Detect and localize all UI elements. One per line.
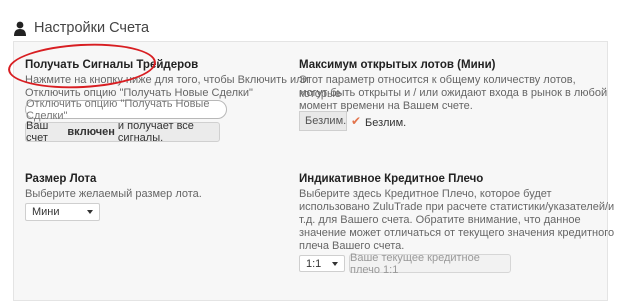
signals-title: Получать Сигналы Трейдеров [25, 59, 199, 71]
max-lots-input[interactable]: Безлим. [299, 111, 347, 131]
lot-size-select[interactable]: Мини [25, 203, 100, 221]
max-lots-title: Максимум открытых лотов (Мини) [299, 59, 496, 71]
leverage-desc-line2: использовано ZuluTrade при расчете стати… [299, 201, 615, 213]
page-header: Настройки Счета [14, 20, 149, 36]
max-lots-desc-line2: могут быть открыты и / или ожидают входа… [299, 87, 608, 99]
toggle-signals-button[interactable]: Отключить опцию "Получать Новые Сделки" [25, 98, 227, 122]
status-prefix: Ваш счет [26, 120, 49, 144]
leverage-select-value: 1:1 [306, 257, 322, 270]
leverage-desc-line3: т.д. для Вашего счета. Обратите внимание… [299, 214, 581, 226]
unlimited-checkbox-label[interactable]: Безлим. [365, 117, 406, 129]
leverage-select[interactable]: 1:1 [299, 255, 345, 272]
chevron-down-icon [332, 261, 338, 266]
chevron-down-icon [87, 210, 93, 214]
lot-size-select-value: Мини [32, 206, 60, 218]
leverage-title: Индикативное Кредитное Плечо [299, 173, 484, 185]
checkmark-icon[interactable]: ✔ [351, 114, 361, 128]
signals-desc-line1: Нажмите на кнопку ниже для того, чтобы В… [25, 74, 309, 86]
current-leverage-button[interactable]: Ваше текущее кредитное плечо 1:1 [349, 252, 511, 276]
lot-size-title: Размер Лота [25, 173, 97, 185]
page-title: Настройки Счета [34, 20, 150, 36]
status-suffix: и получает все сигналы. [117, 120, 194, 144]
user-icon [14, 21, 26, 36]
lot-size-desc: Выберите желаемый размер лота. [25, 188, 202, 200]
status-bold: включен [67, 126, 115, 138]
leverage-desc-line4: значение может отличаться от текущего зн… [299, 227, 615, 239]
leverage-desc-line1: Выберите здесь Кредитное Плечо, которое … [299, 188, 552, 200]
account-status-button[interactable]: Ваш счет включен и получает все сигналы. [25, 120, 220, 144]
